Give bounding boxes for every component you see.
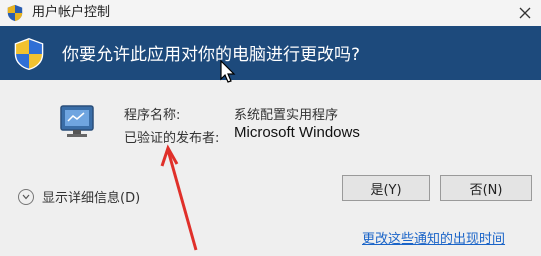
yes-button[interactable]: 是(Y) [342, 175, 430, 201]
change-notification-settings-link[interactable]: 更改这些通知的出现时间 [362, 228, 505, 247]
program-name-label: 程序名称: [124, 108, 181, 123]
title-bar: 用户帐户控制 [0, 0, 541, 26]
program-name-value: 系统配置实用程序 [234, 108, 339, 123]
chevron-down-icon [18, 188, 34, 205]
dialog-header: 你要允许此应用对你的电脑进行更改吗? [0, 26, 541, 80]
consent-question: 你要允许此应用对你的电脑进行更改吗? [62, 45, 361, 65]
publisher-value: Microsoft Windows [234, 124, 360, 141]
uac-shield-icon [14, 37, 44, 71]
show-details-label: 显示详细信息(D) [42, 191, 141, 206]
close-icon [519, 7, 531, 19]
computer-monitor-icon [60, 105, 94, 137]
publisher-label: 已验证的发布者: [124, 131, 220, 146]
no-button[interactable]: 否(N) [440, 175, 532, 201]
uac-shield-icon [7, 4, 23, 22]
window-title: 用户帐户控制 [32, 5, 111, 20]
show-details-toggle[interactable]: 显示详细信息(D) [18, 187, 140, 206]
mouse-cursor-icon [220, 60, 236, 83]
uac-dialog: 用户帐户控制 你要允许此应用对你的电脑进行更改吗? 程序名称: 系统配置实用程序… [0, 0, 541, 256]
close-button[interactable] [509, 0, 541, 26]
